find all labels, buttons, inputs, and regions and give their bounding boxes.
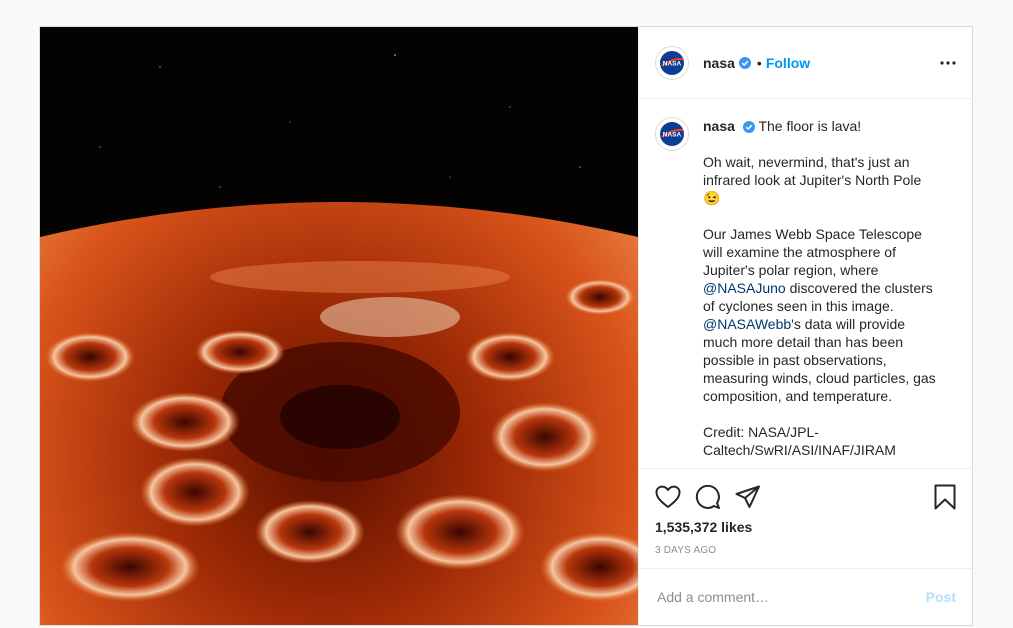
caption-line1: The floor is lava!	[758, 118, 862, 134]
wink-emoji: 😉	[703, 190, 721, 206]
post-header: NASA nasa • Follow	[639, 27, 972, 99]
bookmark-icon[interactable]	[934, 484, 956, 510]
post-sidebar: NASA nasa • Follow NASA nasa The floor i…	[638, 27, 972, 625]
caption-para2: Oh wait, nevermind, that's just an infra…	[703, 154, 922, 188]
share-icon[interactable]	[735, 485, 761, 509]
caption-avatar[interactable]: NASA	[655, 117, 689, 151]
svg-text:NASA: NASA	[663, 132, 682, 139]
comment-input[interactable]	[655, 588, 926, 606]
follow-button[interactable]: Follow	[766, 55, 810, 71]
separator: •	[756, 54, 762, 71]
like-count[interactable]: 1,535,372 likes	[655, 519, 956, 535]
action-bar: 1,535,372 likes 3 DAYS AGO	[639, 468, 972, 568]
caption-section: NASA nasa The floor is lava! Oh wait, ne…	[639, 99, 972, 468]
post-comment-button[interactable]: Post	[926, 589, 956, 605]
comment-bar: Post	[639, 568, 972, 625]
post-image[interactable]	[40, 27, 638, 625]
heart-icon[interactable]	[655, 485, 681, 509]
verified-badge-icon	[742, 121, 755, 133]
verified-badge-icon	[738, 56, 751, 69]
username[interactable]: nasa	[703, 55, 735, 71]
svg-text:NASA: NASA	[663, 60, 682, 67]
comment-icon[interactable]	[695, 484, 721, 510]
caption-username[interactable]: nasa	[703, 118, 735, 134]
mention-nasawebb[interactable]: @NASAWebb	[703, 316, 791, 332]
more-options-icon[interactable]	[940, 60, 956, 65]
nasa-logo-icon: NASA	[660, 50, 684, 75]
caption-text: nasa The floor is lava! Oh wait, nevermi…	[703, 117, 943, 468]
nasa-logo-icon: NASA	[660, 122, 684, 146]
jupiter-infrared-image	[40, 27, 638, 625]
caption-para3-a: Our James Webb Space Telescope will exam…	[703, 226, 922, 278]
avatar[interactable]: NASA	[655, 45, 689, 80]
caption-credit: Credit: NASA/JPL-Caltech/SwRI/ASI/INAF/J…	[703, 424, 896, 458]
instagram-post: NASA nasa • Follow NASA nasa The floor i…	[39, 26, 973, 626]
post-timestamp[interactable]: 3 DAYS AGO	[655, 545, 956, 556]
mention-nasajuno[interactable]: @NASAJuno	[703, 280, 786, 296]
